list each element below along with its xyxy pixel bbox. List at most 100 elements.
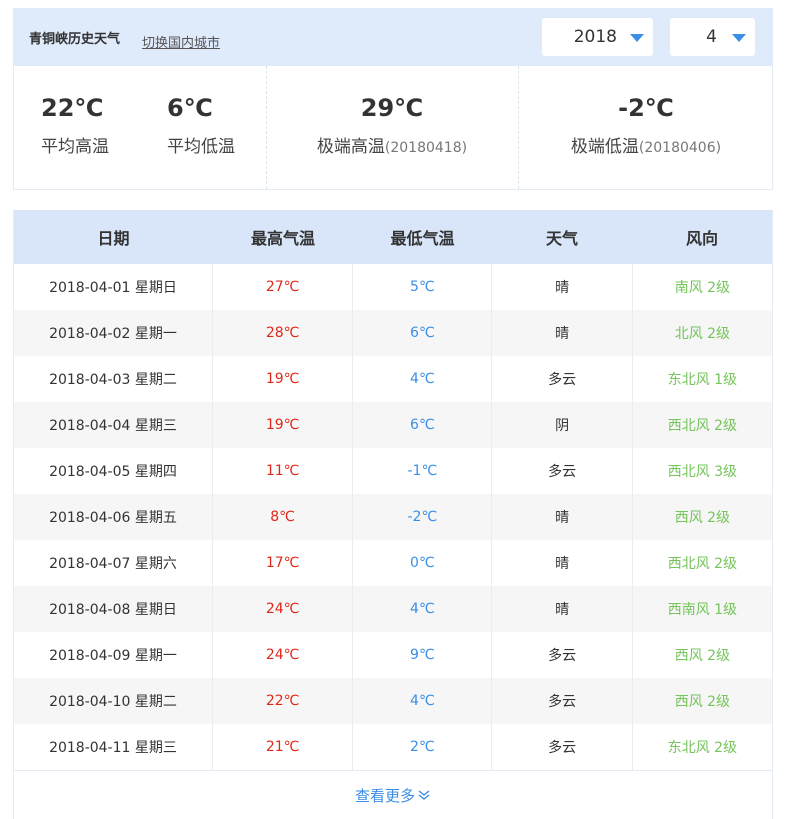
- extreme-high-date: (20180418): [384, 140, 468, 156]
- weather-table: 日期 最高气温 最低气温 天气 风向 2018-04-01 星期日 27℃ 5℃ 晴南…: [13, 210, 773, 770]
- cell-high-temp: 19℃: [213, 356, 354, 402]
- year-value: 2018: [573, 27, 617, 47]
- table-row: 2018-04-10 星期二 22℃ 4℃ 多云 西风 2级: [14, 678, 772, 724]
- cell-weather: 多云: [492, 724, 633, 770]
- cell-date: 2018-04-06 星期五: [14, 494, 213, 540]
- load-more-label: 查看更多: [354, 786, 415, 805]
- cell-weather: 多云: [492, 632, 633, 678]
- cell-low-temp: 4℃: [353, 356, 493, 402]
- cell-weather: 晴: [492, 586, 633, 632]
- table-row: 2018-04-08 星期日 24℃ 4℃ 晴 西南风 1级: [14, 586, 772, 632]
- cell-date: 2018-04-04 星期三: [14, 402, 213, 448]
- extreme-high-label-text: 极端高温: [316, 137, 385, 157]
- table-row: 2018-04-04 星期三 19℃ 6℃ 阴 西北风 2级: [14, 402, 772, 448]
- panel-header: 青铜峡历史天气 切换国内城市 2018 4: [13, 8, 773, 66]
- double-chevron-down-icon: [418, 790, 430, 800]
- cell-date: 2018-04-08 星期日: [14, 586, 213, 632]
- cell-high-temp: 19℃: [213, 402, 354, 448]
- table-row: 2018-04-03 星期二 19℃ 4℃ 多云 东北风 1级: [14, 356, 772, 402]
- cell-weather: 晴: [492, 264, 633, 310]
- cell-wind: 南风 2级: [674, 280, 731, 296]
- table-body: 2018-04-01 星期日 27℃ 5℃ 晴南风 2级 2018-04-02 星期一 2…: [14, 264, 772, 770]
- col-header-low: 最低气温: [390, 229, 455, 248]
- summary-box: 22℃ 平均高温 6℃ 平均低温 29℃ 极端高温(20180418) -2℃ …: [13, 66, 773, 190]
- cell-low-temp: 2℃: [353, 724, 493, 770]
- cell-date: 2018-04-10 星期二: [14, 678, 213, 724]
- cell-weather: 多云: [492, 448, 633, 494]
- cell-high-temp: 22℃: [213, 678, 354, 724]
- avg-high-stat: 22℃ 平均高温: [41, 94, 109, 157]
- cell-low-temp: -2℃: [353, 494, 493, 540]
- extreme-high-stat: 29℃ 极端高温(20180418): [266, 94, 518, 157]
- switch-city-link[interactable]: 切换国内城市: [142, 32, 220, 51]
- table-row: 2018-04-07 星期六 17℃ 0℃ 晴 西北风 2级: [14, 540, 772, 586]
- extreme-low-value: -2℃: [618, 94, 674, 122]
- cell-high-temp: 21℃: [213, 724, 354, 770]
- col-header-date: 日期: [97, 229, 130, 248]
- table-row: 2018-04-02 星期一 28℃ 6℃ 晴 北风 2级: [14, 310, 772, 356]
- cell-date: 2018-04-03 星期二: [14, 356, 213, 402]
- col-header-weather: 天气: [545, 229, 578, 248]
- month-select[interactable]: 4: [670, 18, 755, 56]
- page-title: 青铜峡历史天气: [29, 31, 121, 47]
- cell-wind: 西北风 2级: [667, 418, 738, 434]
- cell-low-temp: 6℃: [353, 310, 493, 356]
- cell-wind: 西北风 3级: [667, 464, 738, 480]
- cell-high-temp: 17℃: [213, 540, 354, 586]
- avg-low-value: 6℃: [167, 94, 213, 122]
- cell-date: 2018-04-07 星期六: [14, 540, 213, 586]
- cell-wind: 东北风 2级: [667, 740, 738, 756]
- load-more-bar: 查看更多: [13, 770, 773, 819]
- triangle-down-icon: [732, 34, 746, 42]
- avg-high-label: 平均高温: [41, 137, 109, 157]
- col-header-high: 最高气温: [250, 229, 315, 248]
- avg-low-label: 平均低温: [167, 137, 235, 157]
- cell-low-temp: 9℃: [353, 632, 493, 678]
- extreme-low-label-text: 极端低温: [570, 137, 639, 157]
- cell-wind: 北风 2级: [674, 326, 731, 342]
- table-row: 2018-04-01 星期日 27℃ 5℃ 晴 南风 2级: [14, 264, 772, 310]
- cell-wind: 西风 2级: [674, 648, 731, 664]
- cell-high-temp: 24℃: [213, 632, 354, 678]
- cell-low-temp: 6℃: [353, 402, 493, 448]
- cell-date: 2018-04-01 星期日: [14, 264, 213, 310]
- cell-low-temp: 0℃: [353, 540, 493, 586]
- cell-weather: 晴: [492, 494, 633, 540]
- cell-weather: 多云: [492, 678, 633, 724]
- cell-low-temp: 5℃: [353, 264, 493, 310]
- avg-high-value: 22℃: [41, 94, 104, 122]
- extreme-high-value: 29℃: [360, 94, 424, 122]
- cell-date: 2018-04-11 星期三: [14, 724, 213, 770]
- month-value: 4: [706, 27, 717, 47]
- year-select[interactable]: 2018: [542, 18, 653, 56]
- cell-date: 2018-04-05 星期四: [14, 448, 213, 494]
- table-row: 2018-04-09 星期一 24℃ 9℃ 多云 西风 2级: [14, 632, 772, 678]
- cell-low-temp: 4℃: [353, 678, 493, 724]
- cell-high-temp: 11℃: [213, 448, 354, 494]
- avg-low-stat: 6℃ 平均低温: [167, 94, 235, 157]
- extreme-high-label: 极端高温(20180418): [266, 132, 518, 157]
- cell-high-temp: 24℃: [213, 586, 354, 632]
- cell-wind: 西风 2级: [674, 694, 731, 710]
- cell-date: 2018-04-02 星期一: [14, 310, 213, 356]
- history-weather-panel: 青铜峡历史天气 切换国内城市 2018 4 22℃ 平均高温 6℃ 平均低温 2…: [13, 8, 773, 819]
- table-row: 2018-04-11 星期三 21℃ 2℃ 多云 东北风 2级: [14, 724, 772, 770]
- col-header-wind: 风向: [685, 229, 718, 248]
- cell-weather: 晴: [492, 310, 633, 356]
- cell-weather: 晴: [492, 540, 633, 586]
- cell-high-temp: 28℃: [213, 310, 354, 356]
- table-header: 日期 最高气温 最低气温 天气 风向: [14, 210, 772, 264]
- load-more-link[interactable]: 查看更多: [355, 785, 431, 806]
- cell-wind: 西北风 2级: [667, 556, 738, 572]
- extreme-low-date: (20180406): [638, 140, 722, 156]
- cell-high-temp: 27℃: [213, 264, 354, 310]
- extreme-low-label: 极端低温(20180406): [518, 132, 774, 157]
- extreme-low-stat: -2℃ 极端低温(20180406): [518, 94, 774, 157]
- cell-date: 2018-04-09 星期一: [14, 632, 213, 678]
- table-row: 2018-04-05 星期四 11℃ -1℃ 多云 西北风 3级: [14, 448, 772, 494]
- cell-low-temp: -1℃: [353, 448, 493, 494]
- cell-weather: 阴: [492, 402, 633, 448]
- cell-wind: 西风 2级: [674, 510, 731, 526]
- cell-weather: 多云: [492, 356, 633, 402]
- table-row: 2018-04-06 星期五 8℃ -2℃ 晴 西风 2级: [14, 494, 772, 540]
